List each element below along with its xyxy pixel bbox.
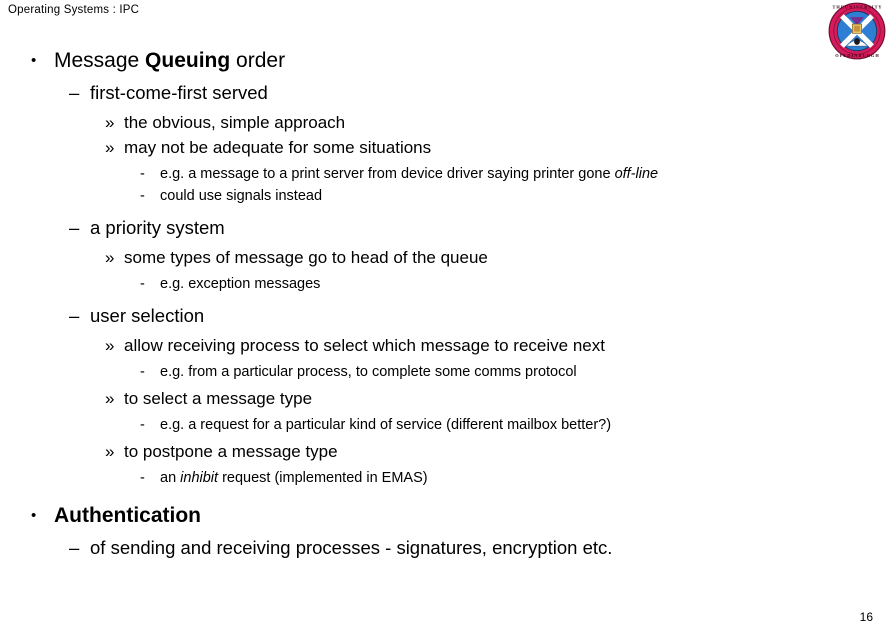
bullet-marker-icon: » bbox=[105, 138, 115, 157]
bullet-level-4: - e.g. from a particular process, to comp… bbox=[0, 361, 891, 383]
bullet-marker-icon: – bbox=[69, 82, 80, 103]
bullet-text: e.g. from a particular process, to compl… bbox=[160, 361, 577, 383]
bullet-level-2: – a priority system bbox=[0, 214, 891, 242]
bullet-marker-icon: - bbox=[140, 276, 145, 292]
bullet-level-2: – of sending and receiving processes - si… bbox=[0, 534, 891, 562]
text-run: Queuing bbox=[145, 49, 231, 72]
text-run: user selection bbox=[90, 305, 205, 326]
bullet-marker-icon: - bbox=[140, 417, 145, 433]
bullet-text: to select a message type bbox=[124, 386, 312, 411]
bullet-text: could use signals instead bbox=[160, 185, 322, 207]
text-run: an bbox=[160, 470, 181, 486]
text-run: the obvious, simple approach bbox=[124, 113, 346, 132]
text-run: e.g. a message to a print server from de… bbox=[160, 166, 615, 182]
bullet-level-4: - e.g. a message to a print server from d… bbox=[0, 163, 891, 185]
text-run: Message bbox=[54, 49, 146, 72]
bullet-level-4: - an inhibit request (implemented in EMAS… bbox=[0, 467, 891, 489]
bullet-marker-icon: • bbox=[31, 52, 37, 69]
bullet-marker-icon: • bbox=[31, 507, 37, 524]
bullet-marker-icon: - bbox=[140, 166, 145, 182]
bullet-marker-icon: » bbox=[105, 336, 115, 355]
text-run: inhibit bbox=[180, 470, 219, 486]
bullet-level-1: • Authentication bbox=[0, 501, 891, 531]
bullet-text: may not be adequate for some situations bbox=[124, 135, 431, 160]
text-run: could use signals instead bbox=[160, 188, 323, 204]
bullet-marker-icon: » bbox=[105, 113, 115, 132]
text-run: to select a message type bbox=[124, 389, 313, 408]
bullet-level-3: » may not be adequate for some situations bbox=[0, 135, 891, 160]
text-run: e.g. a request for a particular kind of … bbox=[160, 417, 612, 433]
bullet-text: e.g. a request for a particular kind of … bbox=[160, 414, 611, 436]
bullet-text: user selection bbox=[90, 302, 204, 330]
bullet-level-3: » some types of message go to head of the… bbox=[0, 245, 891, 270]
text-run: some types of message go to head of the … bbox=[124, 248, 488, 267]
bullet-text: e.g. a message to a print server from de… bbox=[160, 163, 658, 185]
bullet-level-2: – user selection bbox=[0, 302, 891, 330]
text-run: e.g. from a particular process, to compl… bbox=[160, 364, 577, 380]
bullet-marker-icon: » bbox=[105, 248, 115, 267]
bullet-level-3: » the obvious, simple approach bbox=[0, 110, 891, 135]
bullet-marker-icon: - bbox=[140, 188, 145, 204]
bullet-text: allow receiving process to select which … bbox=[124, 333, 605, 358]
bullet-text: some types of message go to head of the … bbox=[124, 245, 488, 270]
bullet-text: a priority system bbox=[90, 214, 225, 242]
bullet-level-1: • Message Queuing order bbox=[0, 46, 891, 76]
bullet-level-3: » allow receiving process to select which… bbox=[0, 333, 891, 358]
bullet-marker-icon: – bbox=[69, 217, 80, 238]
text-run: a priority system bbox=[90, 217, 225, 238]
bullet-text: of sending and receiving processes - sig… bbox=[90, 534, 612, 562]
slide-header-title: Operating Systems : IPC bbox=[8, 4, 140, 16]
text-run: of sending and receiving processes - sig… bbox=[90, 537, 613, 558]
bullet-level-4: - could use signals instead bbox=[0, 185, 891, 207]
bullet-marker-icon: – bbox=[69, 305, 80, 326]
text-run: e.g. exception messages bbox=[160, 276, 321, 292]
bullet-level-4: - e.g. a request for a particular kind of… bbox=[0, 414, 891, 436]
bullet-text: the obvious, simple approach bbox=[124, 110, 345, 135]
bullet-level-3: » to postpone a message type bbox=[0, 439, 891, 464]
text-run: first-come-first served bbox=[90, 82, 268, 103]
bullet-marker-icon: - bbox=[140, 364, 145, 380]
bullet-text: e.g. exception messages bbox=[160, 273, 320, 295]
bullet-marker-icon: » bbox=[105, 442, 115, 461]
bullet-text: an inhibit request (implemented in EMAS) bbox=[160, 467, 428, 489]
bullet-level-2: – first-come-first served bbox=[0, 79, 891, 107]
text-run: may not be adequate for some situations bbox=[124, 138, 432, 157]
text-run: Authentication bbox=[54, 504, 201, 527]
page-number: 16 bbox=[859, 610, 873, 624]
bullet-level-3: » to select a message type bbox=[0, 386, 891, 411]
svg-text:T H E U N I V E R S I T Y: T H E U N I V E R S I T Y bbox=[833, 4, 883, 9]
bullet-marker-icon: - bbox=[140, 470, 145, 486]
bullet-text: first-come-first served bbox=[90, 79, 268, 107]
bullet-text: Message Queuing order bbox=[54, 46, 285, 76]
slide-body: • Message Queuing order – first-come-first … bbox=[0, 46, 891, 562]
text-run: request (implemented in EMAS) bbox=[218, 470, 428, 486]
text-run: allow receiving process to select which … bbox=[124, 336, 605, 355]
bullet-level-4: - e.g. exception messages bbox=[0, 273, 891, 295]
bullet-text: to postpone a message type bbox=[124, 439, 338, 464]
text-run: to postpone a message type bbox=[124, 442, 338, 461]
bullet-marker-icon: – bbox=[69, 537, 80, 558]
bullet-marker-icon: » bbox=[105, 389, 115, 408]
bullet-text: Authentication bbox=[54, 501, 201, 531]
text-run: off-line bbox=[614, 166, 659, 182]
text-run: order bbox=[230, 49, 286, 72]
